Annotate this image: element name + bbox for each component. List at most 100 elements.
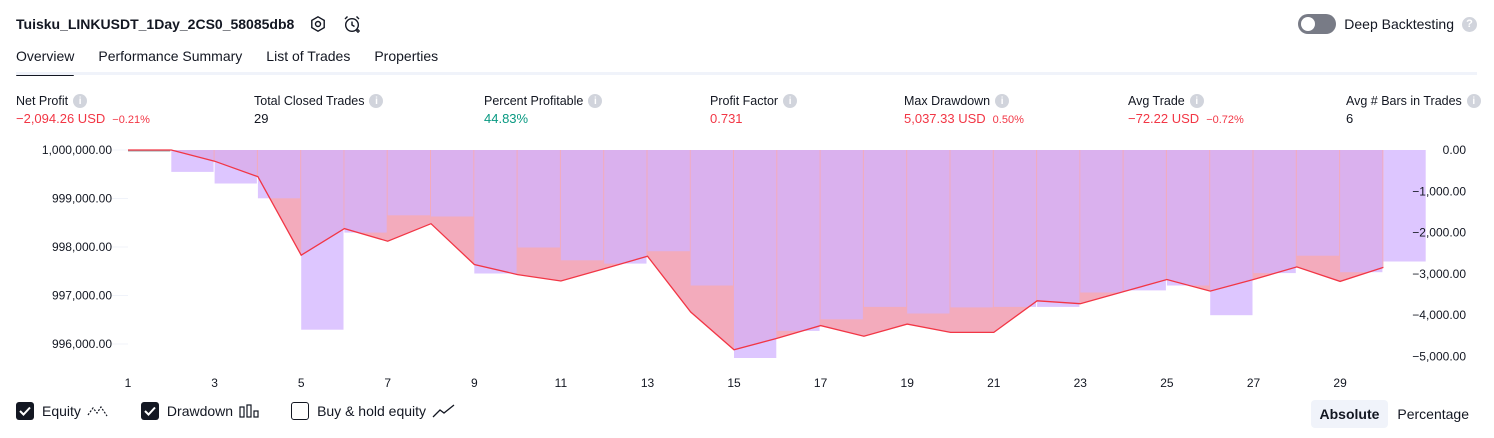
drawdown-bar — [1253, 150, 1296, 274]
alert-clock-icon[interactable] — [342, 14, 362, 34]
x-axis-tick-label: 13 — [641, 376, 655, 390]
strategy-title: Tuisku_LINKUSDT_1Day_2CS0_58085db8 — [16, 16, 295, 32]
right-axis-tick-label: 0.00 — [1443, 143, 1467, 157]
info-icon[interactable]: i — [369, 94, 384, 108]
scale-mode-switch: Absolute Percentage — [1310, 400, 1479, 428]
buy-hold-line-icon — [432, 404, 455, 418]
drawdown-bar — [1210, 150, 1253, 316]
metric-net-profit: Net Profit i −2,094.26 USD −0.21% — [16, 94, 150, 126]
buy-hold-checkbox[interactable]: Buy & hold equity — [291, 402, 456, 420]
drawdown-bar — [1166, 150, 1210, 286]
tab-divider — [16, 72, 1477, 75]
equity-label: Equity — [42, 403, 81, 419]
x-axis-tick-label: 9 — [471, 376, 478, 390]
help-icon[interactable]: ? — [1462, 16, 1477, 32]
info-icon[interactable]: i — [73, 94, 88, 108]
checkbox-unchecked[interactable] — [291, 402, 310, 420]
equity-line-icon — [87, 405, 108, 417]
x-axis-tick-label: 7 — [384, 376, 391, 390]
metric-value: 29 — [254, 111, 269, 126]
info-icon[interactable]: i — [783, 94, 798, 108]
tab-list-of-trades[interactable]: List of Trades — [266, 48, 350, 74]
drawdown-bar — [690, 150, 733, 286]
drawdown-bar — [907, 150, 950, 314]
drawdown-bar — [734, 150, 777, 358]
metric-avg-bars: Avg # Bars in Trades i 6 — [1346, 94, 1481, 126]
left-axis-tick-label: 997,000.00 — [52, 289, 112, 303]
metric-label: Percent Profitable — [484, 94, 584, 108]
info-icon[interactable]: i — [588, 94, 603, 108]
equity-drawdown-chart[interactable]: 1,000,000.00 999,000.00 998,000.00 997,000.… — [0, 140, 1494, 395]
metric-value: 5,037.33 USD — [904, 111, 986, 126]
x-axis-tick-label: 23 — [1074, 376, 1088, 390]
tab-overview[interactable]: Overview — [16, 48, 75, 76]
metric-value: −72.22 USD — [1128, 111, 1200, 126]
drawdown-bar — [777, 150, 820, 331]
metric-sub-value: 0.50% — [992, 114, 1024, 126]
x-axis-tick-label: 19 — [901, 376, 915, 390]
drawdown-bar — [1123, 150, 1166, 291]
drawdown-checkbox[interactable]: Drawdown — [140, 402, 259, 420]
drawdown-bar — [301, 150, 344, 330]
metric-label: Avg # Bars in Trades — [1346, 94, 1462, 108]
absolute-button[interactable]: Absolute — [1310, 400, 1389, 428]
x-axis-tick-label: 25 — [1160, 376, 1174, 390]
x-axis-tick-label: 29 — [1333, 376, 1347, 390]
drawdown-bar — [344, 150, 387, 233]
metric-label: Net Profit — [16, 94, 69, 108]
info-icon[interactable]: i — [995, 94, 1010, 108]
percentage-button[interactable]: Percentage — [1388, 400, 1478, 428]
drawdown-bar — [1340, 150, 1383, 273]
drawdown-bar — [171, 150, 214, 172]
drawdown-bar — [257, 150, 301, 199]
metric-value: −2,094.26 USD — [16, 111, 106, 126]
drawdown-bar — [214, 150, 257, 184]
metric-percent-profitable: Percent Profitable i 44.83% — [484, 94, 603, 126]
x-axis-tick-label: 3 — [211, 376, 218, 390]
metric-sub-value: −0.72% — [1206, 114, 1244, 126]
drawdown-label: Drawdown — [166, 403, 234, 419]
tab-performance-summary[interactable]: Performance Summary — [98, 48, 242, 74]
drawdown-bar — [1383, 150, 1426, 262]
metric-sub-value: −0.21% — [112, 114, 150, 126]
x-axis-tick-label: 1 — [125, 376, 132, 390]
metric-total-closed-trades: Total Closed Trades i 29 — [254, 94, 384, 126]
right-axis-tick-label: −2,000.00 — [1412, 226, 1466, 240]
x-axis-tick-label: 15 — [727, 376, 741, 390]
x-axis-tick-label: 17 — [814, 376, 828, 390]
drawdown-bar — [604, 150, 647, 264]
drawdown-bars-icon — [239, 404, 259, 418]
left-axis-tick-label: 1,000,000.00 — [42, 143, 112, 157]
metric-value: 6 — [1346, 111, 1354, 126]
metric-label: Total Closed Trades — [254, 94, 365, 108]
metric-avg-trade: Avg Trade i −72.22 USD −0.72% — [1128, 94, 1244, 126]
info-icon[interactable]: i — [1189, 94, 1204, 108]
right-axis-tick-label: −1,000.00 — [1412, 184, 1466, 198]
metric-label: Profit Factor — [710, 94, 779, 108]
metric-max-drawdown: Max Drawdown i 5,037.33 USD 0.50% — [904, 94, 1024, 126]
equity-checkbox[interactable]: Equity — [16, 402, 109, 420]
left-axis-tick-label: 998,000.00 — [52, 240, 112, 254]
drawdown-bar — [647, 150, 690, 252]
drawdown-bar — [1296, 150, 1340, 256]
toggle-knob — [1301, 17, 1316, 31]
drawdown-bar — [474, 150, 517, 274]
tab-properties[interactable]: Properties — [374, 48, 438, 74]
drawdown-bar — [820, 150, 863, 320]
deep-backtesting-toggle[interactable] — [1298, 14, 1337, 34]
deep-backtesting-label: Deep Backtesting — [1344, 16, 1454, 32]
settings-icon[interactable] — [308, 14, 328, 34]
metric-value: 0.731 — [710, 111, 743, 126]
checkbox-checked[interactable] — [140, 402, 159, 420]
checkbox-checked[interactable] — [16, 402, 34, 420]
drawdown-bar — [387, 150, 430, 216]
metric-profit-factor: Profit Factor i 0.731 — [710, 94, 798, 126]
drawdown-bar — [517, 150, 560, 248]
right-axis-tick-label: −3,000.00 — [1412, 267, 1466, 281]
drawdown-bar — [950, 150, 993, 308]
buy-hold-label: Buy & hold equity — [317, 403, 427, 419]
x-axis-tick-label: 27 — [1247, 376, 1261, 390]
left-axis-tick-label: 996,000.00 — [52, 337, 112, 351]
info-icon[interactable]: i — [1466, 94, 1481, 108]
tab-bar: Overview Performance Summary List of Tra… — [16, 48, 462, 76]
